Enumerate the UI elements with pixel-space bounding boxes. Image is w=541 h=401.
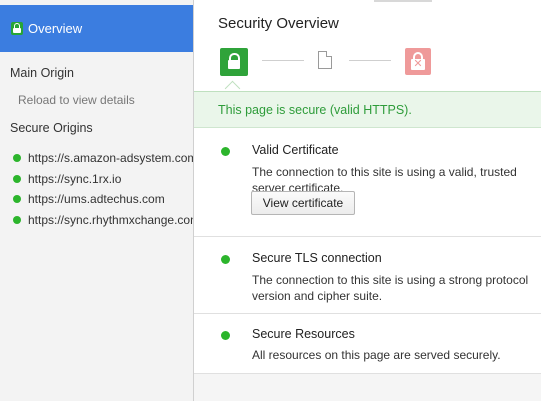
divider bbox=[374, 0, 432, 2]
card-title: Valid Certificate bbox=[252, 143, 339, 157]
secure-status-dot bbox=[221, 331, 230, 340]
secure-origins-heading: Secure Origins bbox=[10, 121, 93, 135]
sidebar-item-label: Overview bbox=[28, 21, 83, 36]
card-description: The connection to this site is using a s… bbox=[252, 273, 529, 303]
secure-status-dot bbox=[13, 195, 21, 204]
connector-line bbox=[349, 60, 391, 61]
security-card-certificate: Valid Certificate The connection to this… bbox=[194, 128, 541, 237]
main-origin-heading: Main Origin bbox=[10, 66, 74, 80]
card-title: Secure Resources bbox=[252, 327, 355, 341]
sidebar-item-origin[interactable]: https://ums.adtechus.com bbox=[0, 189, 193, 210]
devtools-security-panel: Overview Main Origin Reload to view deta… bbox=[0, 0, 541, 401]
lock-icon bbox=[11, 22, 23, 35]
secure-status-dot bbox=[221, 147, 230, 156]
sidebar-item-overview[interactable]: Overview bbox=[0, 5, 193, 52]
origin-url: https://ums.adtechus.com bbox=[28, 192, 165, 207]
secure-lock-icon bbox=[220, 48, 248, 76]
security-summary-banner: This page is secure (valid HTTPS). bbox=[194, 91, 541, 128]
sidebar-item-origin[interactable]: https://sync.1rx.io bbox=[0, 169, 193, 190]
view-certificate-button[interactable]: View certificate bbox=[251, 191, 355, 215]
security-overview-panel: Security Overview ✕ This page is secure … bbox=[194, 0, 541, 401]
broken-lock-icon: ✕ bbox=[405, 48, 431, 75]
sidebar-item-origin[interactable]: https://sync.rhythmxchange.com bbox=[0, 210, 194, 231]
connector-line bbox=[262, 60, 304, 61]
document-icon bbox=[318, 51, 332, 69]
security-card-resources: Secure Resources All resources on this p… bbox=[194, 314, 541, 374]
panel-footer bbox=[194, 374, 541, 401]
card-description: All resources on this page are served se… bbox=[252, 348, 501, 362]
secure-status-dot bbox=[13, 154, 21, 163]
security-sidebar: Overview Main Origin Reload to view deta… bbox=[0, 0, 194, 401]
page-title: Security Overview bbox=[218, 15, 339, 32]
sidebar-item-origin[interactable]: https://s.amazon-adsystem.com bbox=[0, 148, 194, 169]
card-title: Secure TLS connection bbox=[252, 251, 382, 265]
secure-status-dot bbox=[221, 255, 230, 264]
origin-url: https://sync.1rx.io bbox=[28, 171, 122, 186]
secure-status-dot bbox=[13, 174, 21, 183]
reload-hint: Reload to view details bbox=[18, 93, 135, 107]
origin-url: https://s.amazon-adsystem.com bbox=[28, 151, 194, 166]
security-card-tls: Secure TLS connection The connection to … bbox=[194, 237, 541, 314]
origin-url: https://sync.rhythmxchange.com bbox=[28, 212, 194, 227]
security-state-diagram: ✕ bbox=[194, 45, 541, 97]
secure-origins-list: https://s.amazon-adsystem.com https://sy… bbox=[0, 148, 194, 231]
secure-status-dot bbox=[13, 215, 21, 224]
